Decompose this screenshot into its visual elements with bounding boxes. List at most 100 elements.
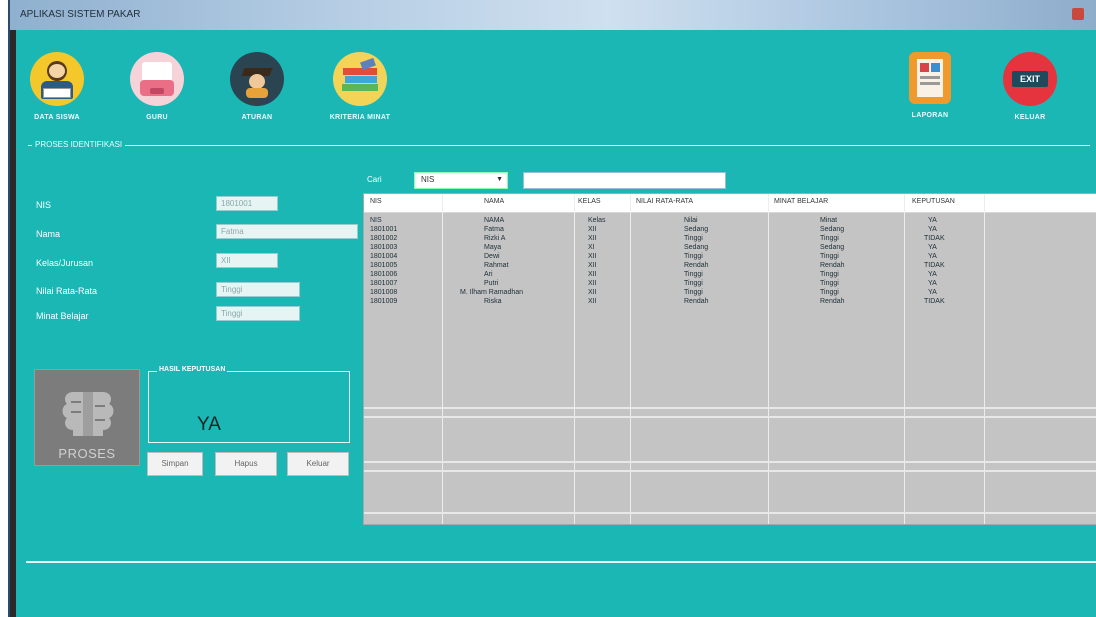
- cell: Tinggi: [820, 253, 839, 260]
- toolbar-label: ATURAN: [241, 114, 273, 121]
- toolbar-laporan[interactable]: LAPORAN: [900, 52, 960, 119]
- nama-field[interactable]: Fatma: [216, 224, 358, 239]
- cell: TIDAK: [924, 235, 945, 242]
- toolbar-kriteria-minat[interactable]: KRITERIA MINAT: [322, 52, 398, 121]
- table-row[interactable]: 1801008 M. Ilham Ramadhan XII Tinggi Tin…: [364, 288, 1096, 297]
- cell: Sedang: [820, 244, 845, 251]
- toolbar-label: LAPORAN: [911, 112, 949, 119]
- toolbar-label: KELUAR: [1014, 114, 1046, 121]
- proses-button[interactable]: PROSES: [34, 369, 140, 466]
- toolbar-data-siswa[interactable]: DATA SISWA: [24, 52, 90, 121]
- nilai-field[interactable]: Tinggi: [216, 282, 300, 297]
- field-label-kelas: Kelas/Jurusan: [36, 258, 94, 268]
- kelas-field[interactable]: XII: [216, 253, 278, 268]
- hapus-button[interactable]: Hapus: [215, 452, 277, 476]
- cell: XII: [588, 298, 597, 305]
- column-header[interactable]: KELAS: [578, 198, 601, 205]
- cell: XII: [588, 253, 597, 260]
- cell: NAMA: [484, 217, 505, 224]
- data-table[interactable]: NIS NAMA KELAS NILAI RATA-RATA MINAT BEL…: [363, 193, 1096, 525]
- cell: Rahmat: [484, 262, 509, 269]
- cell: Rendah: [684, 298, 709, 305]
- student-reading-icon: [30, 52, 84, 106]
- table-row[interactable]: 1801007 Putri XII Tinggi Tinggi YA: [364, 279, 1096, 288]
- cell: 1801007: [370, 280, 398, 287]
- table-row[interactable]: 1801001 Fatma XII Sedang Sedang YA: [364, 225, 1096, 234]
- toolbar-guru[interactable]: GURU: [124, 52, 190, 121]
- chevron-down-icon: ▼: [496, 176, 503, 183]
- cell: Fatma: [484, 226, 504, 233]
- cell: 1801008: [370, 289, 398, 296]
- close-window-icon[interactable]: [1072, 8, 1084, 20]
- cell: Tinggi: [820, 289, 839, 296]
- cell: Tinggi: [684, 235, 703, 242]
- filter-select[interactable]: NIS ▼: [414, 172, 508, 189]
- cell: Tinggi: [820, 280, 839, 287]
- column-header[interactable]: MINAT BELAJAR: [774, 198, 828, 205]
- table-row[interactable]: 1801003 Maya XI Sedang Sedang YA: [364, 243, 1096, 252]
- table-row[interactable]: 1801005 Rahmat XII Rendah Rendah TIDAK: [364, 261, 1096, 270]
- column-header[interactable]: KEPUTUSAN: [912, 198, 955, 205]
- cell: XII: [588, 235, 597, 242]
- cell: Tinggi: [684, 271, 703, 278]
- cell: Rizki A: [484, 235, 506, 242]
- toolbar-keluar[interactable]: EXIT KELUAR: [1000, 52, 1060, 121]
- cell: Tinggi: [684, 253, 703, 260]
- toolbar-label: GURU: [146, 114, 168, 121]
- table-row[interactable]: 1801004 Dewi XII Tinggi Tinggi YA: [364, 252, 1096, 261]
- column-header[interactable]: NIS: [370, 198, 382, 205]
- minat-field[interactable]: Tinggi: [216, 306, 300, 321]
- result-panel: HASIL KEPUTUSAN YA: [148, 366, 350, 443]
- window-edge: [10, 30, 16, 617]
- cell: M. Ilham Ramadhan: [460, 289, 524, 296]
- minat-value: Tinggi: [221, 309, 243, 318]
- cell: YA: [928, 289, 937, 296]
- cell: Kelas: [588, 217, 606, 224]
- cell: XII: [588, 226, 597, 233]
- teacher-icon: [130, 52, 184, 106]
- cell: 1801001: [370, 226, 398, 233]
- cell: Rendah: [820, 262, 845, 269]
- cell: XII: [588, 280, 597, 287]
- filter-value: NIS: [421, 175, 435, 184]
- nilai-value: Tinggi: [221, 285, 243, 294]
- result-title: HASIL KEPUTUSAN: [157, 366, 228, 373]
- column-header[interactable]: NAMA: [484, 198, 504, 205]
- cell: Sedang: [684, 244, 709, 251]
- cell: Ari: [484, 271, 493, 278]
- bottom-divider: [26, 561, 1096, 563]
- search-input[interactable]: [523, 172, 726, 189]
- row-divider: [364, 416, 1096, 418]
- table-row[interactable]: 1801002 Rizki A XII Tinggi Tinggi TIDAK: [364, 234, 1096, 243]
- cell: Tinggi: [684, 289, 703, 296]
- column-header[interactable]: NILAI RATA-RATA: [636, 198, 693, 205]
- proses-label: PROSES: [58, 446, 116, 461]
- simpan-button[interactable]: Simpan: [147, 452, 203, 476]
- cell: YA: [928, 244, 937, 251]
- field-label-nama: Nama: [36, 229, 61, 239]
- cell: Sedang: [684, 226, 709, 233]
- cell: Tinggi: [684, 280, 703, 287]
- row-divider: [364, 512, 1096, 514]
- cell: Maya: [484, 244, 502, 251]
- row-divider: [364, 470, 1096, 472]
- title-bar[interactable]: APLIKASI SISTEM PAKAR: [10, 0, 1096, 30]
- cell: 1801006: [370, 271, 398, 278]
- cell: 1801004: [370, 253, 398, 260]
- toolbar-aturan[interactable]: ATURAN: [224, 52, 290, 121]
- window-title: APLIKASI SISTEM PAKAR: [20, 9, 141, 20]
- cell: Dewi: [484, 253, 500, 260]
- report-icon: [909, 52, 951, 104]
- keluar-button[interactable]: Keluar: [287, 452, 349, 476]
- table-row[interactable]: 1801009 Riska XII Rendah Rendah TIDAK: [364, 297, 1096, 306]
- row-divider: [364, 407, 1096, 409]
- cell: TIDAK: [924, 262, 945, 269]
- row-divider: [364, 461, 1096, 463]
- table-row[interactable]: 1801006 Ari XII Tinggi Tinggi YA: [364, 270, 1096, 279]
- table-row[interactable]: NIS NAMA Kelas Nilai Minat YA: [364, 216, 1096, 225]
- cell: 1801009: [370, 298, 398, 305]
- cell: YA: [928, 271, 937, 278]
- result-value: YA: [197, 414, 221, 435]
- nis-combo[interactable]: 1801001: [216, 196, 278, 211]
- cell: 1801002: [370, 235, 398, 242]
